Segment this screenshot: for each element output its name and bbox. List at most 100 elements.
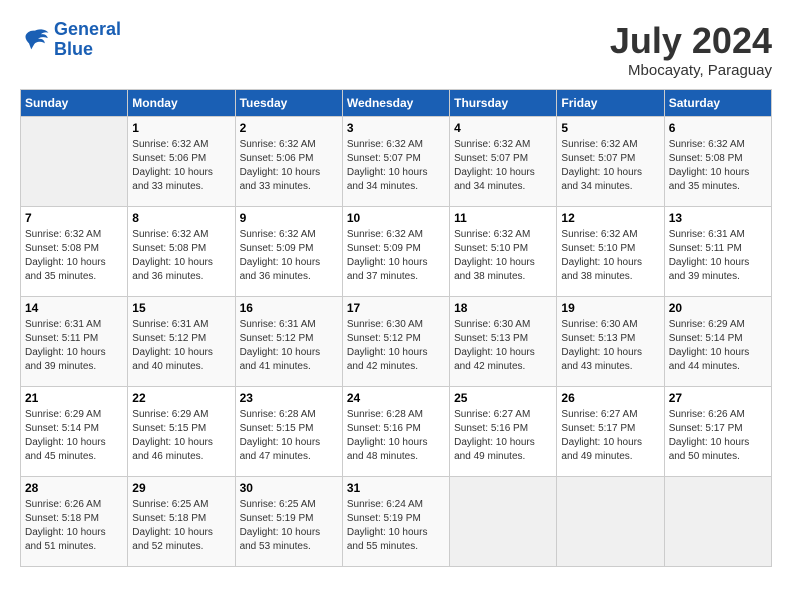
day-number: 5 bbox=[561, 121, 659, 135]
day-info: Sunrise: 6:30 AMSunset: 5:13 PMDaylight:… bbox=[561, 318, 659, 374]
day-number: 28 bbox=[25, 481, 123, 495]
day-number: 2 bbox=[240, 121, 338, 135]
calendar-cell: 20 Sunrise: 6:29 AMSunset: 5:14 PMDayligh… bbox=[664, 297, 771, 387]
header-row: Sunday Monday Tuesday Wednesday Thursday… bbox=[21, 90, 772, 117]
calendar-cell: 27Sunrise: 6:26 AMSunset: 5:17 PMDayligh… bbox=[664, 387, 771, 477]
col-sunday: Sunday bbox=[21, 90, 128, 117]
day-number: 30 bbox=[240, 481, 338, 495]
calendar-cell: 21Sunrise: 6:29 AMSunset: 5:14 PMDayligh… bbox=[21, 387, 128, 477]
col-thursday: Thursday bbox=[450, 90, 557, 117]
calendar-cell: 26Sunrise: 6:27 AMSunset: 5:17 PMDayligh… bbox=[557, 387, 664, 477]
day-number: 20 bbox=[669, 301, 767, 315]
day-info: Sunrise: 6:29 AMSunset: 5:14 PMDaylight:… bbox=[25, 408, 123, 464]
calendar-cell: 31Sunrise: 6:24 AMSunset: 5:19 PMDayligh… bbox=[342, 477, 449, 567]
logo: General Blue bbox=[20, 20, 121, 60]
calendar-cell: 12 Sunrise: 6:32 AMSunset: 5:10 PMDayligh… bbox=[557, 207, 664, 297]
day-info: Sunrise: 6:28 AMSunset: 5:15 PMDaylight:… bbox=[240, 408, 338, 464]
day-number: 14 bbox=[25, 301, 123, 315]
calendar-cell: 11Sunrise: 6:32 AMSunset: 5:10 PMDayligh… bbox=[450, 207, 557, 297]
calendar-table: Sunday Monday Tuesday Wednesday Thursday… bbox=[20, 89, 772, 567]
day-number: 27 bbox=[669, 391, 767, 405]
day-info: Sunrise: 6:30 AMSunset: 5:12 PMDaylight:… bbox=[347, 318, 445, 374]
day-number: 11 bbox=[454, 211, 552, 225]
day-number: 13 bbox=[669, 211, 767, 225]
calendar-cell: 29 Sunrise: 6:25 AMSunset: 5:18 PMDayligh… bbox=[128, 477, 235, 567]
day-number: 6 bbox=[669, 121, 767, 135]
col-tuesday: Tuesday bbox=[235, 90, 342, 117]
day-info: Sunrise: 6:32 AMSunset: 5:06 PMDaylight:… bbox=[132, 138, 230, 194]
col-monday: Monday bbox=[128, 90, 235, 117]
day-number: 24 bbox=[347, 391, 445, 405]
day-info: Sunrise: 6:32 AMSunset: 5:07 PMDaylight:… bbox=[454, 138, 552, 194]
calendar-cell: 30 Sunrise: 6:25 AMSunset: 5:19 PMDayligh… bbox=[235, 477, 342, 567]
day-info: Sunrise: 6:29 AMSunset: 5:14 PMDaylight:… bbox=[669, 318, 767, 374]
calendar-week-4: 21Sunrise: 6:29 AMSunset: 5:14 PMDayligh… bbox=[21, 387, 772, 477]
calendar-cell: 23Sunrise: 6:28 AMSunset: 5:15 PMDayligh… bbox=[235, 387, 342, 477]
calendar-cell: 18Sunrise: 6:30 AMSunset: 5:13 PMDayligh… bbox=[450, 297, 557, 387]
calendar-cell: 9Sunrise: 6:32 AMSunset: 5:09 PMDaylight… bbox=[235, 207, 342, 297]
day-number: 15 bbox=[132, 301, 230, 315]
calendar-cell: 6 Sunrise: 6:32 AMSunset: 5:08 PMDaylight… bbox=[664, 117, 771, 207]
day-info: Sunrise: 6:31 AMSunset: 5:11 PMDaylight:… bbox=[669, 228, 767, 284]
day-info: Sunrise: 6:25 AMSunset: 5:18 PMDaylight:… bbox=[132, 498, 230, 554]
day-number: 16 bbox=[240, 301, 338, 315]
day-info: Sunrise: 6:32 AMSunset: 5:07 PMDaylight:… bbox=[347, 138, 445, 194]
day-info: Sunrise: 6:32 AMSunset: 5:08 PMDaylight:… bbox=[132, 228, 230, 284]
calendar-cell: 5 Sunrise: 6:32 AMSunset: 5:07 PMDaylight… bbox=[557, 117, 664, 207]
col-wednesday: Wednesday bbox=[342, 90, 449, 117]
day-info: Sunrise: 6:25 AMSunset: 5:19 PMDaylight:… bbox=[240, 498, 338, 554]
day-info: Sunrise: 6:32 AMSunset: 5:08 PMDaylight:… bbox=[25, 228, 123, 284]
day-info: Sunrise: 6:26 AMSunset: 5:18 PMDaylight:… bbox=[25, 498, 123, 554]
day-number: 12 bbox=[561, 211, 659, 225]
calendar-cell: 1 Sunrise: 6:32 AMSunset: 5:06 PMDaylight… bbox=[128, 117, 235, 207]
col-saturday: Saturday bbox=[664, 90, 771, 117]
calendar-week-3: 14 Sunrise: 6:31 AMSunset: 5:11 PMDayligh… bbox=[21, 297, 772, 387]
calendar-cell: 19Sunrise: 6:30 AMSunset: 5:13 PMDayligh… bbox=[557, 297, 664, 387]
day-info: Sunrise: 6:31 AMSunset: 5:12 PMDaylight:… bbox=[132, 318, 230, 374]
day-info: Sunrise: 6:32 AMSunset: 5:10 PMDaylight:… bbox=[561, 228, 659, 284]
calendar-cell: 24 Sunrise: 6:28 AMSunset: 5:16 PMDayligh… bbox=[342, 387, 449, 477]
day-info: Sunrise: 6:32 AMSunset: 5:08 PMDaylight:… bbox=[669, 138, 767, 194]
col-friday: Friday bbox=[557, 90, 664, 117]
day-info: Sunrise: 6:24 AMSunset: 5:19 PMDaylight:… bbox=[347, 498, 445, 554]
calendar-cell: 16 Sunrise: 6:31 AMSunset: 5:12 PMDayligh… bbox=[235, 297, 342, 387]
calendar-cell: 10 Sunrise: 6:32 AMSunset: 5:09 PMDayligh… bbox=[342, 207, 449, 297]
day-number: 1 bbox=[132, 121, 230, 135]
calendar-cell: 15 Sunrise: 6:31 AMSunset: 5:12 PMDayligh… bbox=[128, 297, 235, 387]
logo-text: General Blue bbox=[54, 20, 121, 60]
title-block: July 2024 Mbocayaty, Paraguay bbox=[610, 20, 772, 79]
day-number: 29 bbox=[132, 481, 230, 495]
calendar-cell: 17 Sunrise: 6:30 AMSunset: 5:12 PMDayligh… bbox=[342, 297, 449, 387]
day-number: 18 bbox=[454, 301, 552, 315]
day-number: 3 bbox=[347, 121, 445, 135]
day-info: Sunrise: 6:32 AMSunset: 5:09 PMDaylight:… bbox=[347, 228, 445, 284]
calendar-cell: 7Sunrise: 6:32 AMSunset: 5:08 PMDaylight… bbox=[21, 207, 128, 297]
calendar-week-1: 1 Sunrise: 6:32 AMSunset: 5:06 PMDaylight… bbox=[21, 117, 772, 207]
calendar-cell: 3 Sunrise: 6:32 AMSunset: 5:07 PMDaylight… bbox=[342, 117, 449, 207]
calendar-week-2: 7Sunrise: 6:32 AMSunset: 5:08 PMDaylight… bbox=[21, 207, 772, 297]
calendar-cell: 2Sunrise: 6:32 AMSunset: 5:06 PMDaylight… bbox=[235, 117, 342, 207]
month-title: July 2024 bbox=[610, 20, 772, 62]
day-info: Sunrise: 6:27 AMSunset: 5:16 PMDaylight:… bbox=[454, 408, 552, 464]
logo-bird-icon bbox=[20, 26, 50, 54]
day-number: 8 bbox=[132, 211, 230, 225]
day-number: 22 bbox=[132, 391, 230, 405]
calendar-cell bbox=[21, 117, 128, 207]
calendar-header: Sunday Monday Tuesday Wednesday Thursday… bbox=[21, 90, 772, 117]
day-info: Sunrise: 6:31 AMSunset: 5:12 PMDaylight:… bbox=[240, 318, 338, 374]
day-number: 9 bbox=[240, 211, 338, 225]
day-info: Sunrise: 6:31 AMSunset: 5:11 PMDaylight:… bbox=[25, 318, 123, 374]
day-info: Sunrise: 6:28 AMSunset: 5:16 PMDaylight:… bbox=[347, 408, 445, 464]
location-subtitle: Mbocayaty, Paraguay bbox=[610, 62, 772, 79]
calendar-cell: 14 Sunrise: 6:31 AMSunset: 5:11 PMDayligh… bbox=[21, 297, 128, 387]
day-info: Sunrise: 6:32 AMSunset: 5:07 PMDaylight:… bbox=[561, 138, 659, 194]
calendar-cell: 28 Sunrise: 6:26 AMSunset: 5:18 PMDayligh… bbox=[21, 477, 128, 567]
page-header: General Blue July 2024 Mbocayaty, Paragu… bbox=[20, 20, 772, 79]
day-number: 10 bbox=[347, 211, 445, 225]
day-number: 17 bbox=[347, 301, 445, 315]
day-info: Sunrise: 6:29 AMSunset: 5:15 PMDaylight:… bbox=[132, 408, 230, 464]
calendar-cell bbox=[557, 477, 664, 567]
calendar-body: 1 Sunrise: 6:32 AMSunset: 5:06 PMDaylight… bbox=[21, 117, 772, 567]
day-number: 25 bbox=[454, 391, 552, 405]
calendar-cell: 13 Sunrise: 6:31 AMSunset: 5:11 PMDayligh… bbox=[664, 207, 771, 297]
